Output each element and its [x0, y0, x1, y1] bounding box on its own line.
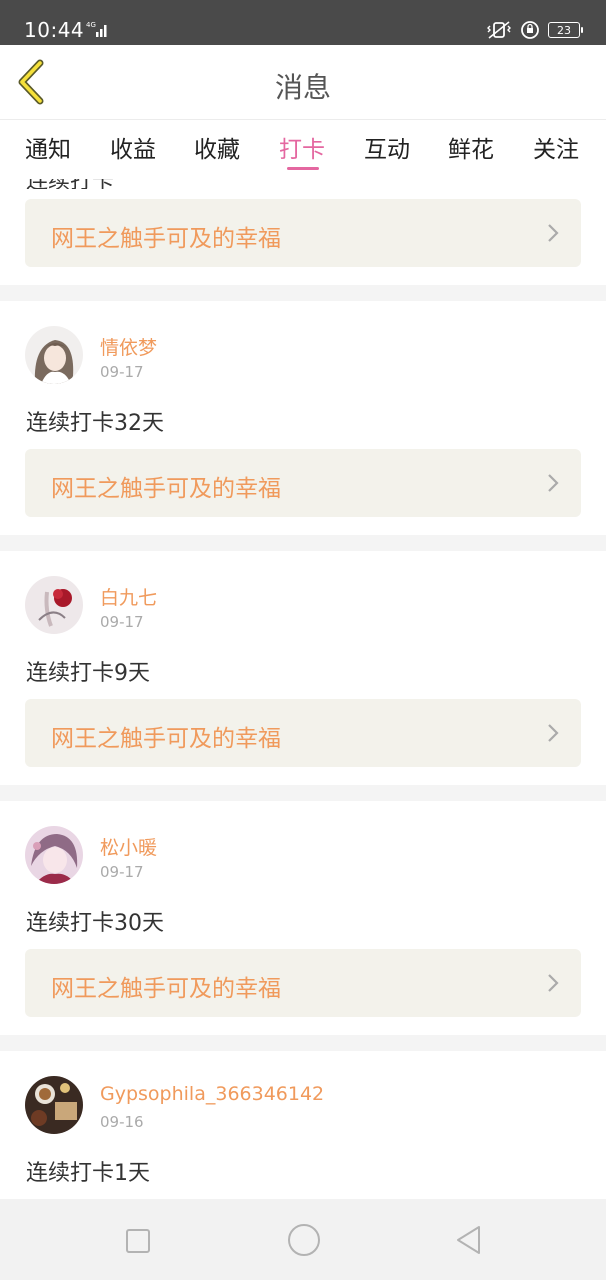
tab-notification[interactable]: 通知: [25, 130, 71, 164]
status-icons: 23: [486, 19, 583, 41]
recent-apps-icon[interactable]: [126, 1229, 150, 1253]
novel-link[interactable]: 网王之触手可及的幸福: [25, 699, 581, 767]
page-title: 消息: [274, 71, 331, 104]
list-item: 白九七 09-17 连续打卡9天 网王之触手可及的幸福: [0, 551, 606, 785]
network-type: 4G: [86, 21, 96, 29]
tab-checkin[interactable]: 打卡: [279, 130, 325, 164]
checkin-message: 连续打卡30天: [26, 911, 164, 936]
novel-link[interactable]: 网王之触手可及的幸福: [25, 949, 581, 1017]
novel-link[interactable]: 网王之触手可及的幸福: [25, 449, 581, 517]
chevron-right-icon: [548, 724, 559, 742]
username[interactable]: 松小暖: [100, 833, 157, 860]
post-date: 09-16: [100, 1113, 144, 1131]
post-date: 09-17: [100, 613, 144, 631]
tab-follow[interactable]: 关注: [533, 130, 579, 164]
battery-level: 23: [557, 23, 571, 37]
battery-icon: 23: [548, 22, 583, 38]
post-date: 09-17: [100, 363, 144, 381]
username[interactable]: 白九七: [100, 583, 157, 610]
tab-earnings[interactable]: 收益: [110, 130, 156, 164]
message-text-cut: 连续打卡: [26, 179, 176, 189]
novel-title: 网王之触手可及的幸福: [51, 726, 281, 752]
checkin-message: 连续打卡32天: [26, 411, 164, 436]
tab-flowers[interactable]: 鲜花: [448, 130, 494, 164]
avatar[interactable]: [25, 826, 83, 884]
tab-favorites[interactable]: 收藏: [194, 130, 240, 164]
list-item: 连续打卡 网王之触手可及的幸福: [0, 179, 606, 285]
chevron-right-icon: [548, 474, 559, 492]
header: 消息: [0, 45, 606, 119]
tab-bar: 通知 收益 收藏 打卡 互动 鲜花 关注: [0, 119, 606, 179]
active-tab-indicator: [287, 167, 319, 170]
novel-title: 网王之触手可及的幸福: [51, 226, 281, 252]
novel-title: 网王之触手可及的幸福: [51, 476, 281, 502]
avatar[interactable]: [25, 576, 83, 634]
status-time: 10:44: [24, 18, 85, 42]
novel-title: 网王之触手可及的幸福: [51, 976, 281, 1002]
alarm-icon: [521, 21, 539, 39]
chevron-right-icon: [548, 224, 559, 242]
username[interactable]: 情依梦: [100, 333, 157, 360]
list-item: 松小暖 09-17 连续打卡30天 网王之触手可及的幸福: [0, 801, 606, 1035]
signal-icon: 4G: [86, 21, 107, 37]
post-date: 09-17: [100, 863, 144, 881]
checkin-message: 连续打卡1天: [26, 1161, 150, 1186]
username[interactable]: Gypsophila_366346142: [100, 1083, 324, 1105]
chevron-right-icon: [548, 974, 559, 992]
system-nav-bar: [0, 1199, 606, 1280]
status-bar: 10:44 4G 23: [0, 0, 606, 45]
message-list[interactable]: 连续打卡 网王之触手可及的幸福 情依梦 09-17 连续打卡32天 网王之触手可…: [0, 179, 606, 1199]
avatar[interactable]: [25, 1076, 83, 1134]
list-item: Gypsophila_366346142 09-16 连续打卡1天: [0, 1051, 606, 1199]
novel-link[interactable]: 网王之触手可及的幸福: [25, 199, 581, 267]
vibrate-icon: [487, 21, 511, 39]
checkin-message: 连续打卡9天: [26, 661, 150, 686]
back-triangle-icon[interactable]: [454, 1224, 482, 1256]
tab-interaction[interactable]: 互动: [364, 130, 410, 164]
list-item: 情依梦 09-17 连续打卡32天 网王之触手可及的幸福: [0, 301, 606, 535]
home-icon[interactable]: [288, 1224, 320, 1256]
avatar[interactable]: [25, 326, 83, 384]
